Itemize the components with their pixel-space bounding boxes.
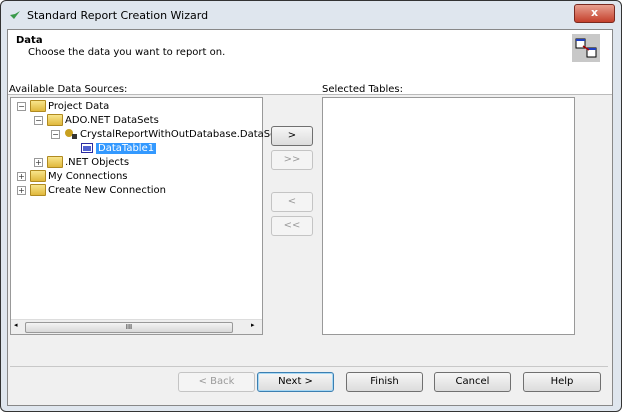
tree-node-my-connections[interactable]: + My Connections	[17, 169, 128, 183]
close-button[interactable]: x	[574, 4, 615, 23]
page-title: Data	[16, 35, 43, 46]
add-table-button[interactable]: >	[271, 126, 313, 146]
selected-tables-label: Selected Tables:	[322, 84, 403, 95]
folder-icon	[30, 170, 46, 182]
tree-node-create-connection[interactable]: + Create New Connection	[17, 183, 166, 197]
footer-divider	[10, 366, 608, 367]
scrollbar-thumb[interactable]: III	[25, 322, 233, 333]
collapse-icon[interactable]: −	[51, 129, 60, 139]
tree-node-project-data[interactable]: − Project Data	[17, 99, 109, 113]
selected-tables-list[interactable]	[322, 97, 575, 335]
crystal-reports-icon	[10, 11, 20, 19]
remove-all-button[interactable]: <<	[271, 216, 313, 236]
tree-node-label: DataTable1	[96, 142, 157, 154]
folder-icon	[47, 114, 63, 126]
folder-icon	[30, 100, 46, 112]
scroll-right-icon[interactable]: ▸	[251, 321, 255, 329]
horizontal-scrollbar[interactable]: ◂ III ▸	[11, 319, 262, 334]
tree-node-label: .NET Objects	[65, 156, 130, 168]
folder-icon	[47, 156, 63, 168]
collapse-icon[interactable]: −	[34, 115, 43, 125]
expand-icon[interactable]: +	[17, 185, 26, 195]
finish-button[interactable]: Finish	[346, 372, 423, 392]
window-title: Standard Report Creation Wizard	[27, 9, 209, 22]
add-all-button[interactable]: >>	[271, 150, 313, 170]
expand-icon[interactable]: +	[34, 157, 43, 167]
expand-icon[interactable]: +	[17, 171, 26, 181]
tree-node-label: Project Data	[48, 100, 110, 112]
next-button[interactable]: Next >	[257, 372, 334, 392]
data-link-icon	[572, 34, 600, 62]
folder-icon	[30, 184, 46, 196]
tree-node-label: Create New Connection	[48, 184, 166, 196]
scroll-left-icon[interactable]: ◂	[14, 321, 18, 329]
cancel-button[interactable]: Cancel	[434, 372, 511, 392]
table-icon	[81, 143, 93, 153]
wizard-body: Data Choose the data you want to report …	[7, 29, 613, 406]
help-button[interactable]: Help	[523, 372, 601, 392]
tree-node-datatable1[interactable]: DataTable1	[81, 141, 157, 155]
page-subtitle: Choose the data you want to report on.	[28, 47, 226, 58]
tree-node-dataset[interactable]: − CrystalReportWithOutDatabase.DataSet	[51, 127, 280, 141]
tree-node-ado-datasets[interactable]: − ADO.NET DataSets	[34, 113, 159, 127]
tree-node-label: ADO.NET DataSets	[65, 114, 159, 126]
back-button[interactable]: < Back	[178, 372, 255, 392]
remove-table-button[interactable]: <	[271, 192, 313, 212]
tree-node-label: CrystalReportWithOutDatabase.DataSet	[80, 128, 281, 140]
wizard-window: Standard Report Creation Wizard x Data C…	[0, 0, 622, 412]
available-sources-label: Available Data Sources:	[9, 84, 128, 95]
available-sources-tree[interactable]: − Project Data − ADO.NET DataSets − Crystal…	[10, 97, 280, 335]
tree-node-net-objects[interactable]: + .NET Objects	[34, 155, 129, 169]
dataset-icon	[65, 129, 77, 139]
tree-node-label: My Connections	[48, 170, 128, 182]
collapse-icon[interactable]: −	[17, 101, 26, 111]
